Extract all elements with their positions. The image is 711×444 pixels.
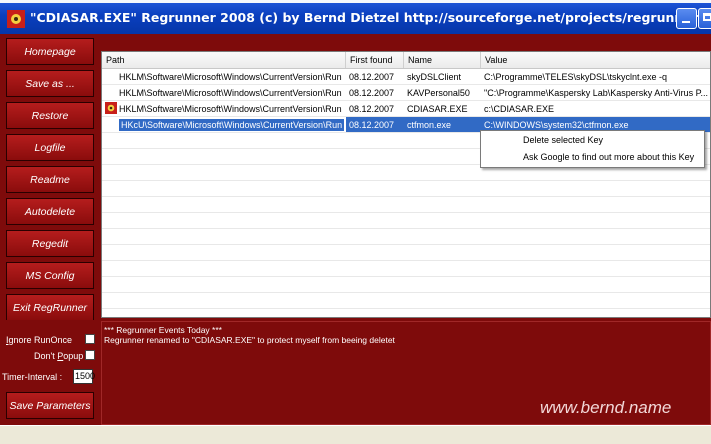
empty-row <box>102 213 710 229</box>
table-row[interactable]: HKLM\Software\Microsoft\Windows\CurrentV… <box>102 101 710 117</box>
save-as-button[interactable]: Save as ... <box>6 70 94 97</box>
maximize-button[interactable] <box>698 8 711 29</box>
cell-value: C:\Programme\TELES\skyDSL\tskyclnt.exe -… <box>484 72 668 82</box>
ask-google-menu-item[interactable]: Ask Google to find out more about this K… <box>481 149 704 166</box>
regedit-button[interactable]: Regedit <box>6 230 94 257</box>
window-title: "CDIASAR.EXE" Regrunner 2008 (c) by Bern… <box>30 10 698 25</box>
cell-first-found: 08.12.2007 <box>346 117 404 132</box>
dont-popup-checkbox[interactable] <box>85 350 95 360</box>
timer-interval-input[interactable]: 1500 <box>73 369 95 384</box>
homepage-button[interactable]: Homepage <box>6 38 94 65</box>
cell-name: KAVPersonal50 <box>407 88 470 98</box>
cell-value: c:\CDIASAR.EXE <box>484 104 555 114</box>
save-parameters-button[interactable]: Save Parameters <box>6 392 94 419</box>
events-header: *** Regrunner Events Today *** <box>104 325 222 335</box>
restore-button[interactable]: Restore <box>6 102 94 129</box>
column-header-first-found[interactable]: First found <box>346 52 404 68</box>
empty-row <box>102 229 710 245</box>
empty-row <box>102 181 710 197</box>
cell-name: CDIASAR.EXE <box>407 104 468 114</box>
cell-path: HKLM\Software\Microsoft\Windows\CurrentV… <box>119 104 342 114</box>
empty-row <box>102 277 710 293</box>
event-line: Regrunner renamed to "CDIASAR.EXE" to pr… <box>104 335 395 345</box>
status-bar <box>0 425 711 444</box>
cell-first-found: 08.12.2007 <box>349 104 395 114</box>
title-bar[interactable]: "CDIASAR.EXE" Regrunner 2008 (c) by Bern… <box>0 0 711 34</box>
table-row[interactable]: HKLM\Software\Microsoft\Windows\CurrentV… <box>102 69 710 85</box>
app-icon <box>7 10 25 28</box>
delete-key-menu-item[interactable]: Delete selected Key <box>481 132 704 149</box>
cell-path: HKLM\Software\Microsoft\Windows\CurrentV… <box>119 88 342 98</box>
empty-row <box>102 245 710 261</box>
cell-path: HKcU\Software\Microsoft\Windows\CurrentV… <box>102 117 346 132</box>
cell-first-found: 08.12.2007 <box>349 72 395 82</box>
cell-first-found: 08.12.2007 <box>349 88 395 98</box>
empty-row <box>102 197 710 213</box>
ignore-runonce-checkbox[interactable] <box>85 334 95 344</box>
timer-interval-label: Timer-Interval : <box>2 372 63 382</box>
readme-button[interactable]: Readme <box>6 166 94 193</box>
cell-value: "C:\Programme\Kaspersky Lab\Kaspersky An… <box>484 88 708 98</box>
cell-path: HKLM\Software\Microsoft\Windows\CurrentV… <box>119 72 342 82</box>
logfile-button[interactable]: Logfile <box>6 134 94 161</box>
cell-name: skyDSLClient <box>407 72 462 82</box>
autodelete-button[interactable]: Autodelete <box>6 198 94 225</box>
registry-list[interactable]: Path First found Name Value HKLM\Softwar… <box>101 51 711 318</box>
exit-button[interactable]: Exit RegRunner <box>6 294 94 321</box>
dont-popup-label: Don't Popup <box>34 351 84 361</box>
context-menu: Delete selected Key Ask Google to find o… <box>480 130 705 168</box>
empty-row <box>102 261 710 277</box>
minimize-button[interactable] <box>676 8 697 29</box>
column-header-value[interactable]: Value <box>481 52 710 68</box>
list-header: Path First found Name Value <box>102 52 710 69</box>
cell-name: ctfmon.exe <box>404 117 481 132</box>
column-header-name[interactable]: Name <box>404 52 481 68</box>
website-link[interactable]: www.bernd.name <box>540 398 671 418</box>
table-row[interactable]: HKLM\Software\Microsoft\Windows\CurrentV… <box>102 85 710 101</box>
column-header-path[interactable]: Path <box>102 52 346 68</box>
msconfig-button[interactable]: MS Config <box>6 262 94 289</box>
ignore-runonce-label: Ignore RunOnce <box>6 335 73 345</box>
empty-row <box>102 293 710 309</box>
